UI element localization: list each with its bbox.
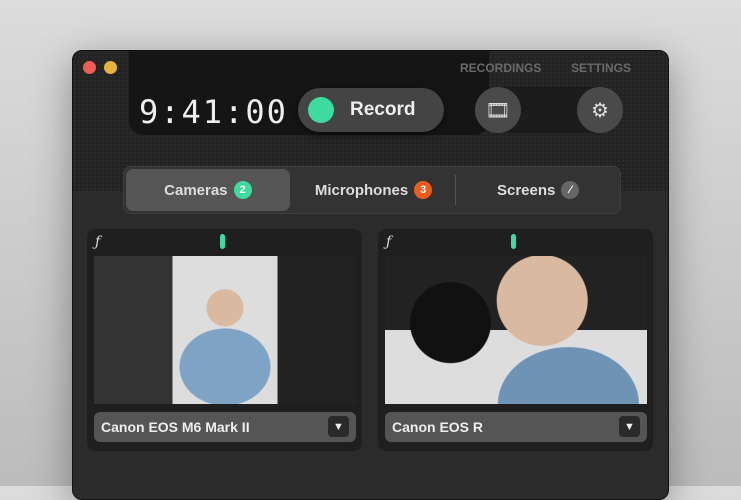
chevron-down-icon[interactable]: ▼ xyxy=(328,416,349,437)
camera-name: Canon EOS M6 Mark II xyxy=(101,419,250,435)
close-button[interactable] xyxy=(83,61,96,74)
record-dot-icon xyxy=(308,97,334,123)
recordings-label: RECORDINGS xyxy=(460,61,542,75)
camera-preview xyxy=(94,256,356,404)
camera-card: ƒ Canon EOS R ▼ xyxy=(378,229,653,451)
timer-display: 9:41:00 xyxy=(139,93,288,131)
source-tabs: Cameras 2 Microphones 3 Screens ⁄ xyxy=(123,166,621,214)
count-badge: 3 xyxy=(414,181,433,199)
camera-select[interactable]: Canon EOS M6 Mark II ▼ xyxy=(94,412,356,442)
minimize-button[interactable] xyxy=(104,61,117,74)
level-indicator xyxy=(220,234,225,249)
tab-microphones[interactable]: Microphones 3 xyxy=(292,167,456,213)
film-icon: 🎞︎ xyxy=(485,99,511,122)
app-window: 9:41:00 Record RECORDINGS SETTINGS 🎞︎ ⚙︎… xyxy=(72,50,669,500)
tab-label: Cameras xyxy=(164,181,228,199)
count-badge: 2 xyxy=(233,181,252,199)
aperture-icon[interactable]: ƒ xyxy=(95,234,100,250)
camera-select[interactable]: Canon EOS R ▼ xyxy=(385,412,647,442)
camera-preview xyxy=(385,256,647,404)
camera-name: Canon EOS R xyxy=(392,419,484,435)
tab-cameras[interactable]: Cameras 2 xyxy=(126,169,290,211)
tab-screens[interactable]: Screens ⁄ xyxy=(456,167,620,213)
recordings-button[interactable]: 🎞︎ xyxy=(475,87,521,133)
aperture-icon[interactable]: ƒ xyxy=(386,234,391,250)
chevron-down-icon[interactable]: ▼ xyxy=(619,416,640,437)
gear-icon: ⚙︎ xyxy=(591,99,609,122)
record-button[interactable]: Record xyxy=(298,88,444,132)
icon-bar: 🎞︎ ⚙︎ xyxy=(475,87,623,133)
settings-label: SETTINGS xyxy=(571,61,632,75)
settings-button[interactable]: ⚙︎ xyxy=(577,87,623,133)
disabled-icon: ⁄ xyxy=(561,181,580,199)
record-label: Record xyxy=(350,99,416,120)
level-indicator xyxy=(511,234,516,249)
camera-card: ƒ Canon EOS M6 Mark II ▼ xyxy=(87,229,362,451)
tab-label: Screens xyxy=(496,181,556,199)
tab-label: Microphones xyxy=(314,181,409,199)
